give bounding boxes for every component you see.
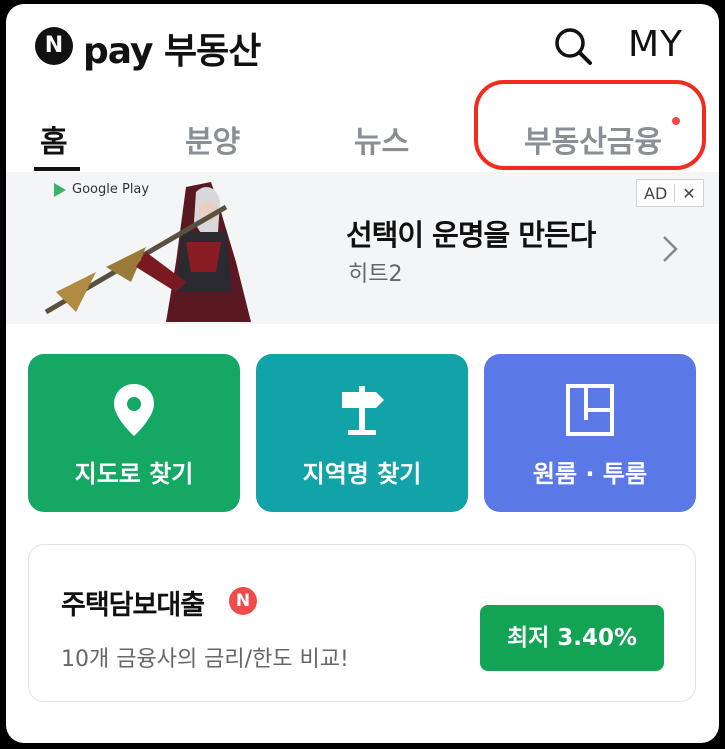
search-button[interactable] [551, 24, 595, 68]
tab-news[interactable]: 뉴스 [354, 117, 409, 161]
active-tab-indicator [34, 167, 80, 171]
loan-description: 10개 금융사의 금리/한도 비교! [61, 647, 349, 672]
app-header: N pay 부동산 MY [6, 4, 719, 84]
lowest-rate-button[interactable]: 최저 3.40% [480, 605, 664, 671]
tab-presale[interactable]: 분양 [185, 117, 240, 161]
map-search-card[interactable]: 지도로 찾기 [28, 354, 240, 512]
ad-label: AD [644, 183, 668, 203]
loan-title: 주택담보대출 [61, 590, 205, 621]
map-pin-icon [114, 384, 154, 436]
oneroom-tworoom-label: 원룸 · 투룸 [532, 460, 648, 488]
region-search-label: 지역명 찾기 [302, 460, 422, 488]
new-badge: N [229, 587, 257, 615]
app-title[interactable]: pay 부동산 [83, 22, 261, 74]
floorplan-icon [566, 384, 614, 436]
chevron-right-icon[interactable] [661, 234, 679, 264]
ad-badge[interactable]: AD ✕ [636, 179, 704, 207]
tab-home[interactable]: 홈 [40, 117, 68, 161]
ad-banner[interactable]: Google Play AD ✕ 선택이 운명을 만든다 히트2 [6, 172, 719, 324]
search-icon [555, 28, 592, 65]
map-search-label: 지도로 찾기 [74, 460, 194, 488]
naver-pay-logo[interactable]: N [35, 27, 73, 65]
shortcut-grid: 지도로 찾기 지역명 찾기 원룸 · 투룸 [28, 354, 696, 514]
mortgage-loan-card[interactable]: 주택담보대출 N 10개 금융사의 금리/한도 비교! 최저 3.40% [28, 544, 696, 702]
ad-title[interactable]: 선택이 운명을 만든다 [346, 212, 596, 254]
highlight-annotation [474, 80, 706, 170]
app-screen: N pay 부동산 MY 홈 분양 뉴스 부동산금융 Google Play A… [6, 4, 719, 743]
ad-close-icon[interactable]: ✕ [675, 184, 702, 203]
signpost-icon [342, 386, 384, 435]
my-page-button[interactable]: MY [628, 24, 683, 65]
oneroom-tworoom-card[interactable]: 원룸 · 투룸 [484, 354, 696, 512]
ad-subtitle[interactable]: 히트2 [348, 256, 402, 288]
region-search-card[interactable]: 지역명 찾기 [256, 354, 468, 512]
game-character-image [44, 182, 251, 322]
